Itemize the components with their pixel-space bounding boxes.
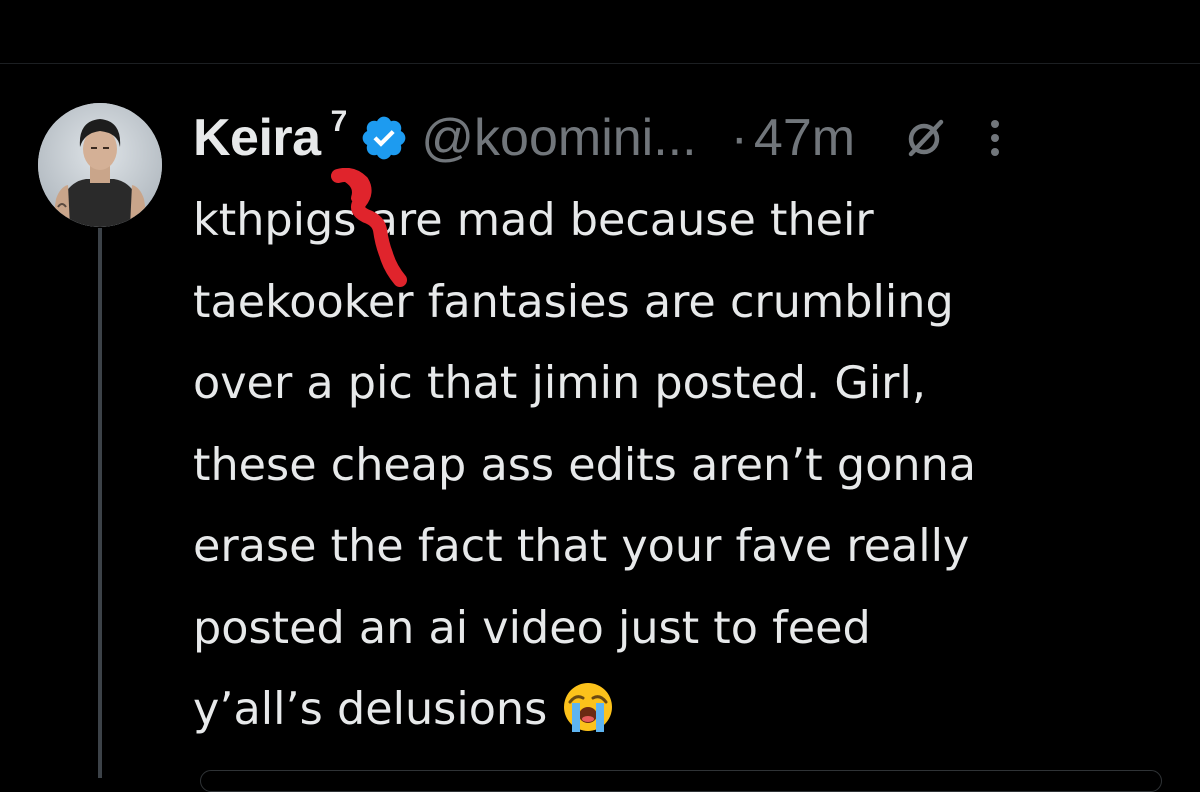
tweet-text-line: posted an ai video just to feed: [193, 602, 871, 654]
author-handle[interactable]: @koomini...: [421, 108, 696, 168]
tweet-text-line: over a pic that jimin posted. Girl,: [193, 358, 926, 409]
red-redaction-scribble: [330, 167, 420, 288]
top-divider: [0, 63, 1200, 64]
tweet-timestamp[interactable]: 47m: [754, 108, 855, 168]
verified-badge-icon[interactable]: [359, 113, 409, 163]
tweet-text-line: erase the fact that your fave really: [193, 521, 970, 572]
header-separator: ·: [730, 109, 748, 167]
grok-icon[interactable]: [903, 116, 947, 160]
avatar-image: [38, 103, 162, 227]
author-display-name[interactable]: Keira: [193, 108, 321, 168]
tweet-text-line: these cheap ass edits aren’t gonna: [193, 439, 977, 491]
tweet-last-line: y’all’s delusions: [193, 669, 1183, 751]
thread-connector-line: [98, 228, 102, 778]
tweet-text-line: y’all’s delusions: [193, 684, 548, 735]
more-options-icon[interactable]: [987, 114, 1003, 162]
tweet-header: Keira 7 @koomini... · 47m: [193, 105, 1173, 168]
next-item-card-edge: [200, 770, 1162, 792]
author-name-superscript: 7: [330, 105, 348, 138]
loudly-crying-face-emoji-icon: [561, 679, 615, 733]
author-avatar[interactable]: [38, 103, 162, 227]
